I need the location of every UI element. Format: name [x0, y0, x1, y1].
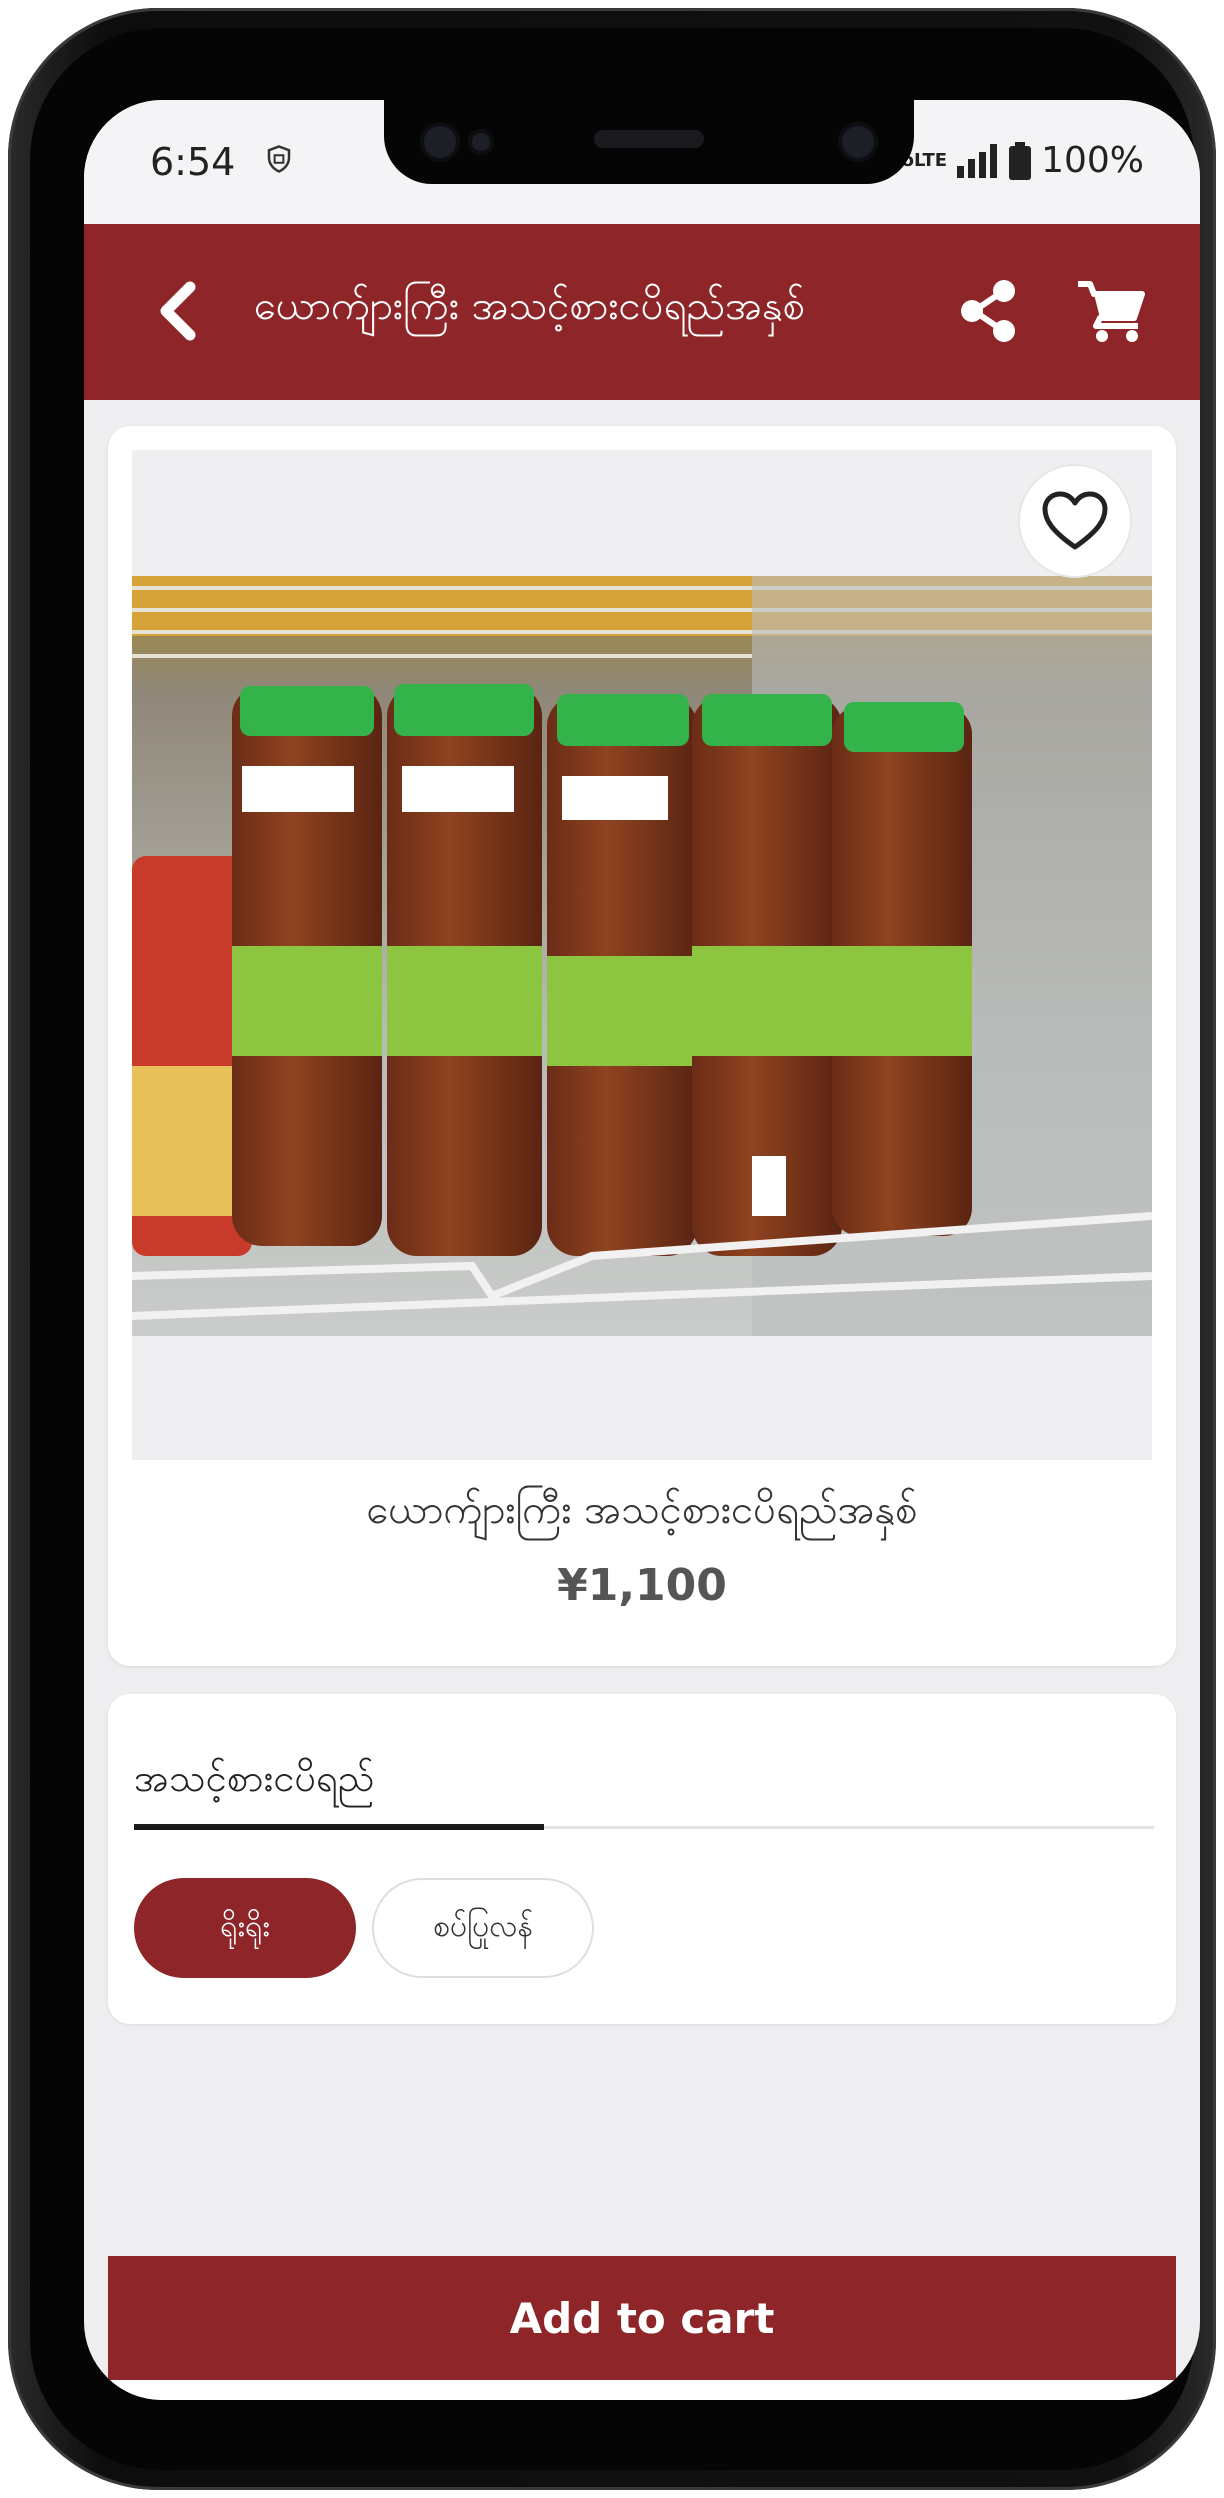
option-tab-label[interactable]: အသင့်စားငပိရည် — [134, 1754, 375, 1810]
bottom-safe-area — [84, 2380, 1200, 2400]
product-name: ယောက်ျားကြီး အသင့်စားငပိရည်အနှစ် — [366, 1487, 918, 1533]
earpiece-speaker — [594, 130, 704, 148]
tab-active-indicator — [134, 1824, 544, 1830]
back-button[interactable] — [142, 276, 212, 346]
shield-icon — [267, 145, 291, 173]
status-time: 6:54 — [150, 140, 236, 184]
product-image-container[interactable] — [132, 450, 1152, 1460]
options-card: အသင့်စားငပိရည် ရိုးရိုး စပ်ပြုလန် — [108, 1694, 1176, 2024]
share-button[interactable] — [954, 276, 1024, 346]
product-image — [132, 576, 1152, 1336]
favorite-button[interactable] — [1020, 466, 1130, 576]
battery-icon — [1009, 141, 1032, 180]
status-right: VoLTE 100% — [889, 140, 1144, 181]
camera-notch — [384, 100, 914, 184]
phone-frame: 6:54 VoLTE 100% ယောက်ျားကြီး အသင့်စားငပိ… — [8, 8, 1216, 2490]
heart-outline-icon — [1042, 491, 1108, 550]
option-chip-plain[interactable]: ရိုးရိုး — [134, 1878, 356, 1978]
sensor-icon — [468, 129, 494, 155]
camera-lens-icon — [838, 122, 878, 162]
product-card: ယောက်ျားကြီး အသင့်စားငပိရည်အနှစ် ¥1,100 — [108, 426, 1176, 1666]
screen: 6:54 VoLTE 100% ယောက်ျားကြီး အသင့်စားငပိ… — [84, 100, 1200, 2400]
battery-percent: 100% — [1041, 140, 1144, 181]
option-chip-spicy[interactable]: စပ်ပြုလန် — [372, 1878, 594, 1978]
cart-button[interactable] — [1074, 274, 1148, 348]
phone-bezel: 6:54 VoLTE 100% ယောက်ျားကြီး အသင့်စားငပိ… — [30, 28, 1200, 2470]
signal-icon — [957, 143, 998, 178]
page-title: ယောက်ျားကြီး အသင့်စားငပိရည်အနှစ် — [254, 283, 805, 329]
product-price: ¥1,100 — [557, 1560, 727, 1611]
add-to-cart-button[interactable]: Add to cart — [108, 2256, 1176, 2380]
app-bar: ယောက်ျားကြီး အသင့်စားငပိရည်အနှစ် — [84, 224, 1200, 400]
camera-lens-icon — [420, 122, 460, 162]
chevron-left-icon — [160, 281, 196, 341]
cart-icon — [1078, 281, 1145, 342]
share-icon — [961, 280, 1015, 342]
status-bar: 6:54 VoLTE 100% — [84, 100, 1200, 224]
